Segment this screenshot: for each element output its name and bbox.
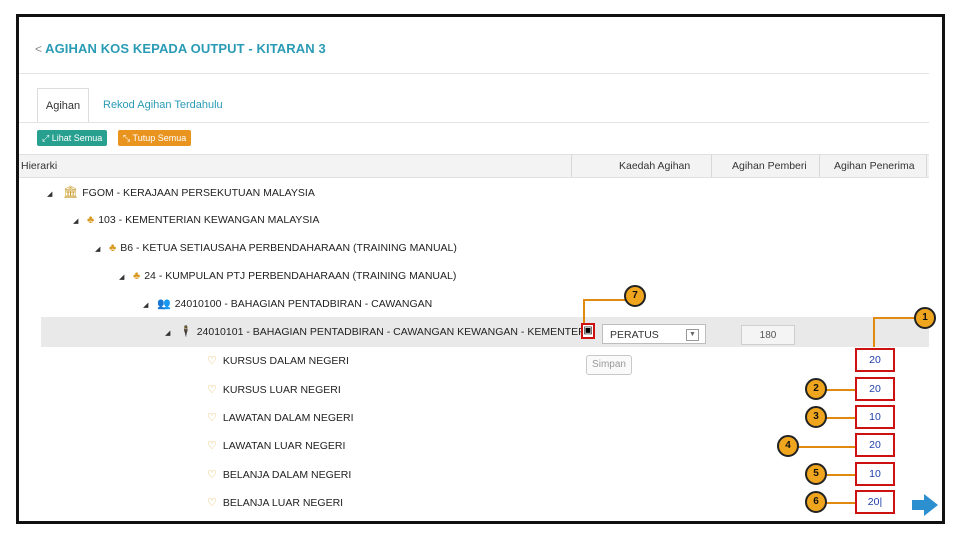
tree-row[interactable]: ◢ ♣ B6 - KETUA SETIAUSAHA PERBENDAHARAAN (… — [95, 239, 457, 257]
next-arrow-icon[interactable] — [912, 494, 938, 516]
col-hierarki[interactable]: Hierarki — [21, 155, 57, 177]
col-agihan-pemberi[interactable]: Agihan Pemberi — [732, 155, 807, 177]
callout-1: 1 — [914, 307, 936, 329]
recipient-input[interactable]: 20| — [855, 490, 895, 514]
recipient-input[interactable]: 20 — [855, 348, 895, 372]
callout-2: 2 — [805, 378, 827, 400]
giver-value: 180 — [741, 325, 795, 345]
chevron-down-icon[interactable]: ▼ — [686, 329, 699, 341]
collapse-triangle-icon[interactable]: ◢ — [165, 325, 175, 343]
collapse-triangle-icon[interactable]: ◢ — [143, 297, 153, 315]
list-item: ♡ LAWATAN LUAR NEGERI — [207, 440, 346, 452]
person-icon: 🕴 — [179, 326, 193, 338]
recipient-input[interactable]: 10 — [855, 405, 895, 429]
org-chart-icon: ♣ — [87, 214, 95, 226]
table-header: Hierarki Kaedah Agihan Agihan Pemberi Ag… — [19, 154, 929, 178]
list-item: ♡ BELANJA LUAR NEGERI — [207, 497, 344, 509]
callout-6: 6 — [805, 491, 827, 513]
divider — [19, 73, 929, 74]
collapse-triangle-icon[interactable]: ◢ — [73, 213, 83, 231]
group-icon: 👥 — [157, 298, 171, 310]
bulb-icon: ♡ — [207, 355, 217, 367]
callout-5: 5 — [805, 463, 827, 485]
collapse-triangle-icon[interactable]: ◢ — [119, 269, 129, 287]
tree-row[interactable]: ◢ 🏛 FGOM - KERAJAAN PERSEKUTUAN MALAYSIA — [47, 183, 315, 201]
list-item: ♡ LAWATAN DALAM NEGERI — [207, 412, 354, 424]
tree-row[interactable]: ◢ 👥 24010100 - BAHAGIAN PENTADBIRAN - CAWA… — [143, 295, 432, 313]
callout-4: 4 — [777, 435, 799, 457]
share-icon: < — [35, 42, 43, 56]
org-chart-icon: ♣ — [133, 270, 141, 282]
bulb-icon: ♡ — [207, 497, 217, 509]
list-item: ♡ KURSUS DALAM NEGERI — [207, 355, 349, 367]
tree-row[interactable]: ◢ ♣ 103 - KEMENTERIAN KEWANGAN MALAYSIA — [73, 211, 319, 229]
collapse-triangle-icon[interactable]: ◢ — [95, 241, 105, 259]
bulb-icon: ♡ — [207, 384, 217, 396]
bulb-icon: ♡ — [207, 469, 217, 481]
col-agihan-penerima[interactable]: Agihan Penerima — [834, 155, 915, 177]
show-all-button[interactable]: ⤢ Lihat Semua — [37, 130, 108, 146]
org-chart-icon: ♣ — [109, 242, 117, 254]
method-select[interactable]: PERATUS ▼ — [602, 324, 706, 344]
list-item: ♡ KURSUS LUAR NEGERI — [207, 384, 341, 396]
list-item: ♡ BELANJA DALAM NEGERI — [207, 469, 352, 481]
tree-row[interactable]: ◢ ♣ 24 - KUMPULAN PTJ PERBENDAHARAAN (TRAI… — [119, 267, 456, 285]
hide-all-button[interactable]: ⤡ Tutup Semua — [118, 130, 192, 146]
collapse-icon: ⤡ — [123, 133, 133, 143]
app-frame: < AGIHAN KOS KEPADA OUTPUT - KITARAN 3 Ag… — [16, 14, 945, 524]
page-title-text: AGIHAN KOS KEPADA OUTPUT - KITARAN 3 — [45, 41, 326, 56]
save-icon[interactable]: ▣ — [581, 323, 595, 339]
page-title: < AGIHAN KOS KEPADA OUTPUT - KITARAN 3 — [35, 41, 326, 56]
collapse-triangle-icon[interactable]: ◢ — [47, 186, 57, 204]
tree-row-selected[interactable]: ◢ 🕴 24010101 - BAHAGIAN PENTADBIRAN - CAWA… — [165, 323, 585, 341]
recipient-input[interactable]: 20 — [855, 433, 895, 457]
bank-icon: 🏛 — [63, 185, 79, 199]
recipient-input[interactable]: 10 — [855, 462, 895, 486]
recipient-input[interactable]: 20 — [855, 377, 895, 401]
tab-agihan[interactable]: Agihan — [37, 88, 89, 123]
bulb-icon: ♡ — [207, 412, 217, 424]
tab-rekod-agihan[interactable]: Rekod Agihan Terdahulu — [103, 88, 223, 122]
callout-7: 7 — [624, 285, 646, 307]
expand-icon: ⤢ — [42, 133, 52, 143]
save-tooltip: Simpan — [586, 355, 632, 375]
callout-3: 3 — [805, 406, 827, 428]
bulb-icon: ♡ — [207, 440, 217, 452]
tab-divider — [19, 122, 929, 123]
col-kaedah-agihan[interactable]: Kaedah Agihan — [619, 155, 690, 177]
